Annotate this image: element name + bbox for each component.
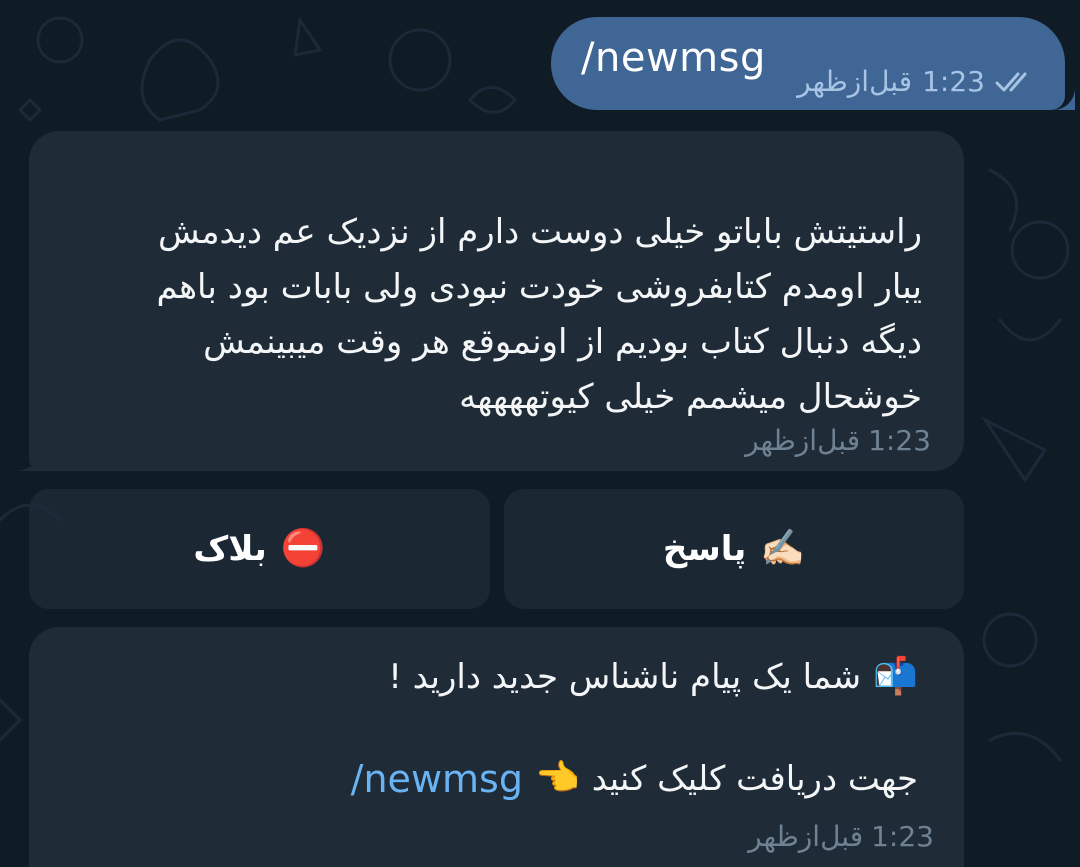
pointing-left-icon: 👈 — [534, 758, 580, 799]
outgoing-message-meta: قبل‌ازظهر 1:23 — [797, 65, 1039, 98]
incoming-message-meta: 1:23 قبل‌ازظهر — [745, 424, 931, 457]
notice-message-meta: 1:23 قبل‌ازظهر — [748, 820, 934, 853]
notice-text-2: جهت دریافت کلیک کنید — [591, 759, 918, 799]
block-button[interactable]: ⛔ بلاک — [29, 489, 490, 609]
outgoing-message-bubble[interactable]: /newmsg قبل‌ازظهر 1:23 — [551, 17, 1065, 110]
newmsg-command-link[interactable]: /newmsg — [351, 757, 523, 801]
block-button-label: بلاک — [193, 529, 267, 569]
notice-text-1: شما یک پیام ناشناس جدید دارید ! — [388, 657, 862, 697]
outgoing-message-text: /newmsg — [581, 35, 766, 81]
reply-button-label: پاسخ — [662, 529, 747, 569]
message-line: خوشحال میشمم خیلی کیوتههههه — [459, 377, 922, 417]
bubble-tail — [1053, 88, 1075, 110]
outgoing-message-time-period: قبل‌ازظهر — [797, 65, 913, 98]
reply-button[interactable]: ✍🏻 پاسخ — [504, 489, 964, 609]
incoming-message-text: راستیتش باباتو خیلی دوست دارم از نزدیک ع… — [62, 205, 923, 425]
writing-hand-icon: ✍🏻 — [760, 528, 806, 569]
message-line: راستیتش باباتو خیلی دوست دارم از نزدیک ع… — [157, 212, 922, 252]
mailbox-icon: 📬 — [873, 656, 918, 697]
message-line: یبار اومدم کتابفروشی خودت نبودی ولی بابا… — [156, 267, 923, 307]
notice-line-2: جهت دریافت کلیک کنید 👈 /newmsg — [351, 757, 918, 801]
notice-message-time-period: قبل‌ازظهر — [748, 820, 864, 853]
incoming-message-bubble[interactable]: راستیتش باباتو خیلی دوست دارم از نزدیک ع… — [29, 131, 964, 471]
outgoing-message-time: 1:23 — [922, 65, 985, 98]
incoming-message-time: 1:23 — [868, 424, 931, 457]
notice-line-1: 📬 شما یک پیام ناشناس جدید دارید ! — [388, 657, 918, 697]
new-anonymous-message-notice[interactable]: 📬 شما یک پیام ناشناس جدید دارید ! جهت در… — [29, 627, 964, 867]
notice-message-time: 1:23 — [871, 820, 934, 853]
bubble-tail — [15, 447, 41, 471]
no-entry-icon: ⛔ — [280, 528, 326, 569]
double-check-icon — [995, 72, 1027, 91]
incoming-message-time-period: قبل‌ازظهر — [745, 424, 861, 457]
message-line: دیگه دنبال کتاب بودیم از اونموقع هر وقت … — [203, 322, 922, 362]
